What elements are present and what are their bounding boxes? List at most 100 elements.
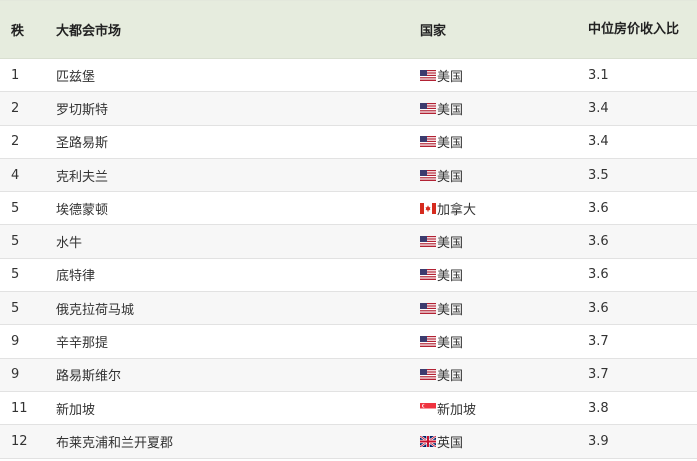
table-row: 5 底特律 美国 3.6 <box>0 259 697 293</box>
ranking-table: 秩 大都会市场 国家 中位房价收入比 1 匹兹堡 美国 3.1 2 罗切斯特 美国 3.4 2 圣… <box>0 0 697 459</box>
rank-cell: 9 <box>11 334 20 350</box>
country-cell: 美国 <box>409 265 577 284</box>
country-name: 美国 <box>437 369 464 385</box>
country-name: 英国 <box>437 435 464 451</box>
country-cell: 美国 <box>409 132 577 151</box>
ratio-cell: 3.6 <box>588 300 609 316</box>
country-wrap: 英国 <box>420 432 463 451</box>
country-name: 美国 <box>437 136 464 152</box>
rank-cell: 5 <box>11 300 20 316</box>
table-row: 12 布莱克浦和兰开夏郡 英国 3.9 <box>0 425 697 459</box>
singapore-flag-icon <box>420 402 436 414</box>
ratio-cell: 3.4 <box>588 100 609 116</box>
table-row: 11 新加坡 新加坡 3.8 <box>0 392 697 426</box>
table-row: 2 罗切斯特 美国 3.4 <box>0 92 697 126</box>
us-flag-icon <box>420 136 436 148</box>
city-cell: 水牛 <box>56 236 83 252</box>
us-flag-icon <box>420 302 436 314</box>
country-cell: 英国 <box>409 432 577 451</box>
country-name: 美国 <box>437 236 464 252</box>
rank-cell: 12 <box>11 433 28 449</box>
city-cell: 圣路易斯 <box>56 136 109 152</box>
us-flag-icon <box>420 269 436 281</box>
country-name: 美国 <box>437 302 464 318</box>
ratio-cell: 3.6 <box>588 200 609 216</box>
rank-cell: 4 <box>11 167 20 183</box>
ratio-cell: 3.1 <box>588 67 609 83</box>
table-row: 4 克利夫兰 美国 3.5 <box>0 158 697 193</box>
rank-cell: 9 <box>11 367 20 383</box>
country-cell: 美国 <box>409 66 577 85</box>
header-city: 大都会市场 <box>56 24 122 39</box>
country-wrap: 加拿大 <box>420 199 476 218</box>
city-cell: 俄克拉荷马城 <box>56 302 135 318</box>
country-wrap: 美国 <box>420 299 463 318</box>
uk-flag-icon <box>420 435 436 447</box>
country-cell: 美国 <box>409 299 577 318</box>
rank-cell: 5 <box>11 267 20 283</box>
country-name: 美国 <box>437 169 464 185</box>
city-cell: 埃德蒙顿 <box>56 202 109 218</box>
us-flag-icon <box>420 169 436 181</box>
city-cell: 路易斯维尔 <box>56 369 122 385</box>
ratio-cell: 3.5 <box>588 167 609 183</box>
country-name: 美国 <box>437 336 464 352</box>
table-row: 9 路易斯维尔 美国 3.7 <box>0 358 697 392</box>
ratio-cell: 3.7 <box>588 334 609 350</box>
table-header-row: 秩 大都会市场 国家 中位房价收入比 <box>0 1 697 59</box>
us-flag-icon <box>420 69 436 81</box>
us-flag-icon <box>420 102 436 114</box>
table-body: 1 匹兹堡 美国 3.1 2 罗切斯特 美国 3.4 2 圣路易斯 美国 3.4 4 克利夫兰 美国 3.5 5… <box>0 59 697 459</box>
city-cell: 匹兹堡 <box>56 69 96 85</box>
rank-cell: 5 <box>11 200 20 216</box>
ratio-cell: 3.9 <box>588 433 609 449</box>
us-flag-icon <box>420 336 436 348</box>
city-cell: 底特律 <box>56 269 96 285</box>
country-cell: 美国 <box>409 166 577 185</box>
country-wrap: 美国 <box>420 132 463 151</box>
rank-cell: 2 <box>11 100 20 116</box>
header-country: 国家 <box>420 24 447 39</box>
city-cell: 辛辛那提 <box>56 336 109 352</box>
country-wrap: 新加坡 <box>420 399 476 418</box>
rank-cell: 5 <box>11 234 20 250</box>
city-cell: 布莱克浦和兰开夏郡 <box>56 435 174 451</box>
country-wrap: 美国 <box>420 99 463 118</box>
country-cell: 加拿大 <box>409 199 577 218</box>
country-cell: 美国 <box>409 99 577 118</box>
us-flag-icon <box>420 369 436 381</box>
rank-cell: 11 <box>11 400 28 416</box>
table-row: 1 匹兹堡 美国 3.1 <box>0 59 697 93</box>
header-rank: 秩 <box>11 24 25 39</box>
country-name: 美国 <box>437 102 464 118</box>
country-cell: 新加坡 <box>409 399 577 418</box>
city-cell: 罗切斯特 <box>56 102 109 118</box>
country-wrap: 美国 <box>420 166 463 185</box>
country-cell: 美国 <box>409 332 577 351</box>
rank-cell: 1 <box>11 67 20 83</box>
ratio-cell: 3.4 <box>588 134 609 150</box>
city-cell: 克利夫兰 <box>56 169 109 185</box>
country-wrap: 美国 <box>420 265 463 284</box>
ratio-cell: 3.6 <box>588 267 609 283</box>
table-row: 5 俄克拉荷马城 美国 3.6 <box>0 292 697 326</box>
country-wrap: 美国 <box>420 365 463 384</box>
country-name: 加拿大 <box>437 202 477 218</box>
country-cell: 美国 <box>409 365 577 384</box>
canada-flag-icon <box>420 202 436 214</box>
table-row: 5 埃德蒙顿 加拿大 3.6 <box>0 192 697 226</box>
ratio-cell: 3.6 <box>588 234 609 250</box>
us-flag-icon <box>420 236 436 248</box>
ratio-cell: 3.7 <box>588 367 609 383</box>
country-name: 美国 <box>437 69 464 85</box>
country-wrap: 美国 <box>420 332 463 351</box>
country-name: 美国 <box>437 269 464 285</box>
table-row: 9 辛辛那提 美国 3.7 <box>0 325 697 359</box>
country-cell: 美国 <box>409 232 577 251</box>
city-cell: 新加坡 <box>56 402 96 418</box>
country-name: 新加坡 <box>437 402 477 418</box>
table-row: 2 圣路易斯 美国 3.4 <box>0 126 697 159</box>
rank-cell: 2 <box>11 134 20 150</box>
country-wrap: 美国 <box>420 66 463 85</box>
table-row: 5 水牛 美国 3.6 <box>0 225 697 259</box>
